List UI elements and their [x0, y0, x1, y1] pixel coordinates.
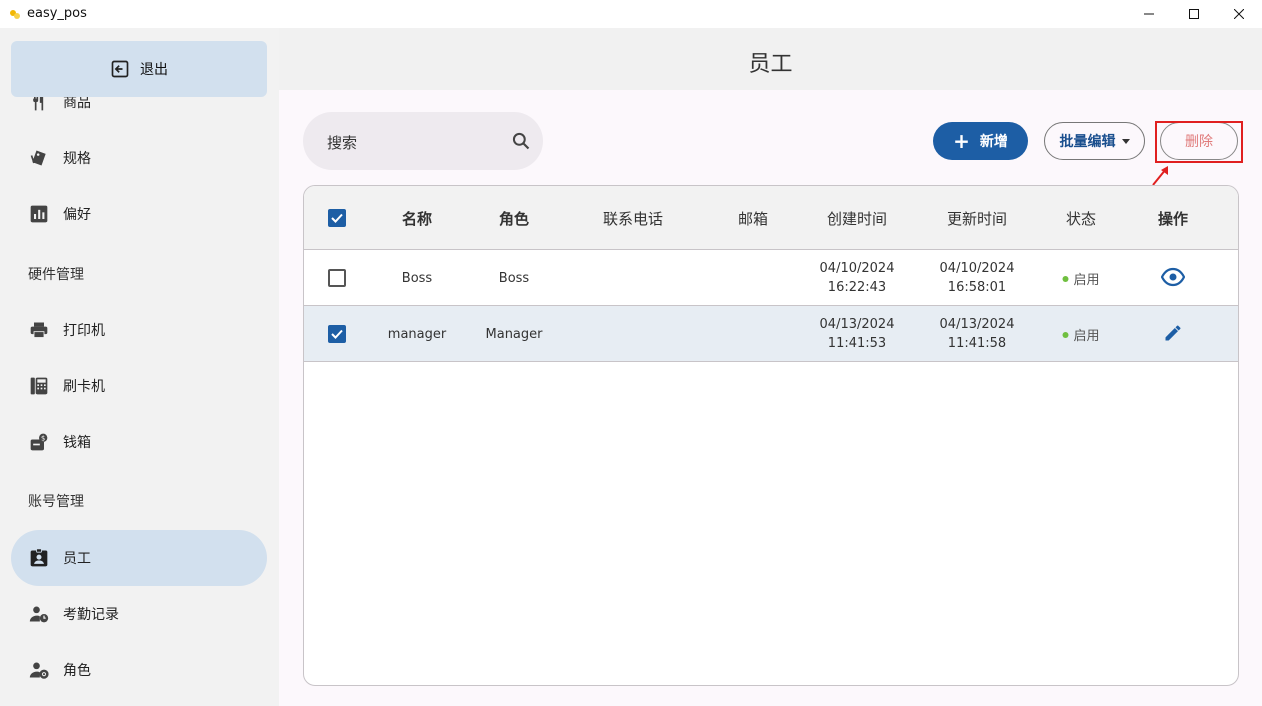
- close-icon: [1234, 9, 1244, 19]
- column-header-created[interactable]: 创建时间: [827, 208, 887, 229]
- check-icon: [331, 329, 343, 339]
- sidebar-item-printer[interactable]: 打印机: [11, 302, 267, 358]
- plus-icon: +: [953, 129, 970, 153]
- select-all-checkbox[interactable]: [328, 209, 346, 227]
- printer-icon: [27, 318, 51, 342]
- cell-role: Boss: [498, 271, 530, 286]
- add-button-label: 新增: [979, 134, 1008, 150]
- sidebar-item-preferences[interactable]: 偏好: [11, 186, 267, 242]
- sidebar-item-label: 刷卡机: [63, 379, 105, 395]
- search-icon: [512, 132, 530, 150]
- cell-updated-date: 04/13/2024: [939, 317, 1015, 332]
- batch-edit-dropdown[interactable]: 批量编辑: [1044, 122, 1145, 160]
- column-header-name[interactable]: 名称: [402, 208, 432, 229]
- logout-button[interactable]: 退出: [11, 41, 267, 97]
- cell-created-date: 04/10/2024: [819, 261, 895, 276]
- sidebar-item-cash-box[interactable]: $ 钱箱: [11, 414, 267, 470]
- table-row[interactable]: manager Manager 04/13/2024 11:41:53 04/1…: [304, 306, 1238, 362]
- row-checkbox[interactable]: [328, 325, 346, 343]
- delete-button[interactable]: 删除: [1160, 122, 1238, 160]
- logout-label: 退出: [140, 62, 168, 78]
- cell-created-date: 04/13/2024: [819, 317, 895, 332]
- status-label: 启用: [1073, 329, 1100, 344]
- view-button[interactable]: [1160, 267, 1186, 291]
- column-header-actions: 操作: [1157, 210, 1189, 228]
- close-button[interactable]: [1216, 0, 1262, 28]
- sidebar-item-specs[interactable]: 规格: [11, 130, 267, 186]
- title-bar: easy_pos: [0, 0, 1262, 28]
- edit-button[interactable]: [1163, 323, 1183, 347]
- tags-icon: [27, 146, 51, 170]
- table-header: 名称 角色 联系电话 邮箱 创建时间 更新时间 状态 操作: [304, 186, 1238, 250]
- sidebar-item-label: 钱箱: [63, 435, 91, 451]
- svg-text:$: $: [41, 434, 45, 442]
- chart-box-icon: [27, 202, 51, 226]
- caret-down-icon: [1121, 138, 1130, 144]
- column-header-email[interactable]: 邮箱: [738, 208, 768, 229]
- cell-updated-time: 16:58:01: [947, 280, 1007, 295]
- sidebar-item-label: 角色: [63, 663, 91, 679]
- cell-created-time: 11:41:53: [827, 336, 887, 351]
- status-dot: [1062, 275, 1069, 282]
- staff-table: 名称 角色 联系电话 邮箱 创建时间 更新时间 状态 操作 Boss Boss …: [303, 185, 1239, 686]
- cell-name: Boss: [401, 271, 433, 286]
- delete-button-label: 删除: [1185, 134, 1213, 150]
- sidebar-item-label: 偏好: [63, 207, 91, 223]
- row-checkbox[interactable]: [328, 269, 346, 287]
- status-label: 启用: [1073, 273, 1100, 288]
- column-header-status[interactable]: 状态: [1066, 208, 1096, 229]
- column-header-updated[interactable]: 更新时间: [947, 208, 1007, 229]
- pencil-icon: [1165, 325, 1181, 341]
- minimize-button[interactable]: [1126, 0, 1172, 28]
- sidebar-item-roles[interactable]: 角色: [11, 642, 267, 698]
- sidebar-item-label: 规格: [63, 151, 91, 167]
- check-icon: [331, 213, 343, 223]
- badge-icon: [27, 546, 51, 570]
- minimize-icon: [1144, 13, 1154, 15]
- cash-box-icon: $: [27, 430, 51, 454]
- maximize-button[interactable]: [1171, 0, 1217, 28]
- search-input[interactable]: 搜索: [303, 112, 543, 170]
- table-row[interactable]: Boss Boss 04/10/2024 16:22:43 04/10/2024…: [304, 250, 1238, 306]
- sidebar-item-attendance[interactable]: 考勤记录: [11, 586, 267, 642]
- cell-created-time: 16:22:43: [827, 280, 887, 295]
- app-logo-icon: [10, 10, 20, 19]
- status-badge: 启用: [1062, 325, 1100, 344]
- section-title-account: 账号管理: [28, 494, 84, 510]
- sidebar-item-label: 考勤记录: [63, 607, 119, 623]
- main-content: 搜索 + 新增 批量编辑 删除 名称 角色 联系电话 邮箱 创建时间 更新时间: [279, 90, 1262, 706]
- column-header-role[interactable]: 角色: [499, 208, 529, 229]
- page-title: 员工: [748, 52, 793, 77]
- cell-name: manager: [387, 327, 447, 342]
- card-reader-icon: [27, 374, 51, 398]
- status-dot: [1062, 331, 1069, 338]
- user-clock-icon: [27, 602, 51, 626]
- eye-icon: [1160, 267, 1186, 287]
- section-title-hardware: 硬件管理: [28, 267, 84, 283]
- window-title: easy_pos: [27, 6, 87, 21]
- user-gear-icon: [27, 658, 51, 682]
- sidebar-item-label: 打印机: [63, 323, 105, 339]
- sidebar-item-card-reader[interactable]: 刷卡机: [11, 358, 267, 414]
- cell-role: Manager: [485, 327, 543, 342]
- add-button[interactable]: + 新增: [933, 122, 1028, 160]
- sidebar-item-staff[interactable]: 员工: [11, 530, 267, 586]
- sidebar-item-label: 员工: [63, 551, 91, 567]
- status-badge: 启用: [1062, 269, 1100, 288]
- logout-icon: [111, 60, 129, 78]
- sidebar: 退出 商品 规格 偏好 硬件管理 打印机 刷卡机 $ 钱箱 账号管理 员工 考勤…: [0, 28, 279, 706]
- cell-updated-date: 04/10/2024: [939, 261, 1015, 276]
- batch-edit-label: 批量编辑: [1059, 134, 1116, 150]
- cell-updated-time: 11:41:58: [947, 336, 1007, 351]
- column-header-phone[interactable]: 联系电话: [603, 208, 663, 229]
- page-header: 员工: [279, 28, 1262, 90]
- maximize-icon: [1189, 9, 1199, 19]
- search-placeholder: 搜索: [327, 134, 358, 152]
